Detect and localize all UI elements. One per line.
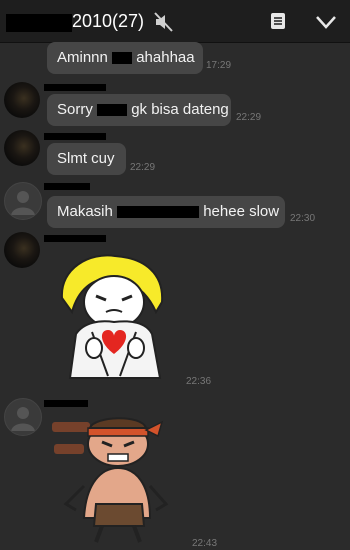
avatar[interactable] xyxy=(4,398,42,436)
message-time: 22:43 xyxy=(192,538,218,549)
message-bubble[interactable]: Sorry gk bisa dateng xyxy=(47,94,231,126)
sender-name-redaction xyxy=(44,133,106,140)
message-time: 22:29 xyxy=(236,112,262,123)
default-user-icon xyxy=(11,191,35,215)
mute-icon[interactable] xyxy=(154,12,174,32)
message-time: 22:30 xyxy=(290,213,316,224)
message-text: Sorry xyxy=(57,101,93,118)
avatar[interactable] xyxy=(4,182,42,220)
title-redaction xyxy=(6,14,72,32)
message-time: 22:29 xyxy=(130,162,156,173)
message-bubble[interactable]: Aminnn ahahhaa xyxy=(47,42,203,74)
avatar[interactable] xyxy=(4,130,40,166)
message-text: Slmt cuy xyxy=(57,150,115,167)
angry-boy-sticker[interactable] xyxy=(46,408,174,546)
sender-name-redaction xyxy=(44,235,106,242)
sender-name-redaction xyxy=(44,84,106,91)
message-text: Makasih xyxy=(57,203,113,220)
redaction xyxy=(97,104,128,117)
message-time: 22:36 xyxy=(186,376,212,387)
message-text: hehee slow xyxy=(203,203,280,220)
sender-name-redaction xyxy=(44,183,90,190)
heart-sticker[interactable] xyxy=(50,250,176,385)
chevron-down-icon[interactable] xyxy=(314,14,338,30)
chat-title[interactable]: 2010(27) xyxy=(72,11,144,32)
chat-header: 2010(27) xyxy=(0,0,350,43)
sender-name-redaction xyxy=(44,400,88,407)
message-text: Aminnn xyxy=(57,49,108,66)
redaction xyxy=(112,52,133,65)
avatar[interactable] xyxy=(4,82,40,118)
avatar[interactable] xyxy=(4,232,40,268)
message-bubble[interactable]: Makasih hehee slow xyxy=(47,196,285,228)
message-text: gk bisa dateng xyxy=(131,101,229,118)
redaction xyxy=(117,206,200,219)
default-user-icon xyxy=(11,407,35,431)
message-bubble[interactable]: Slmt cuy xyxy=(47,143,126,175)
notes-icon[interactable] xyxy=(270,12,286,30)
message-text: ahahhaa xyxy=(136,49,195,66)
message-time: 17:29 xyxy=(206,60,232,71)
